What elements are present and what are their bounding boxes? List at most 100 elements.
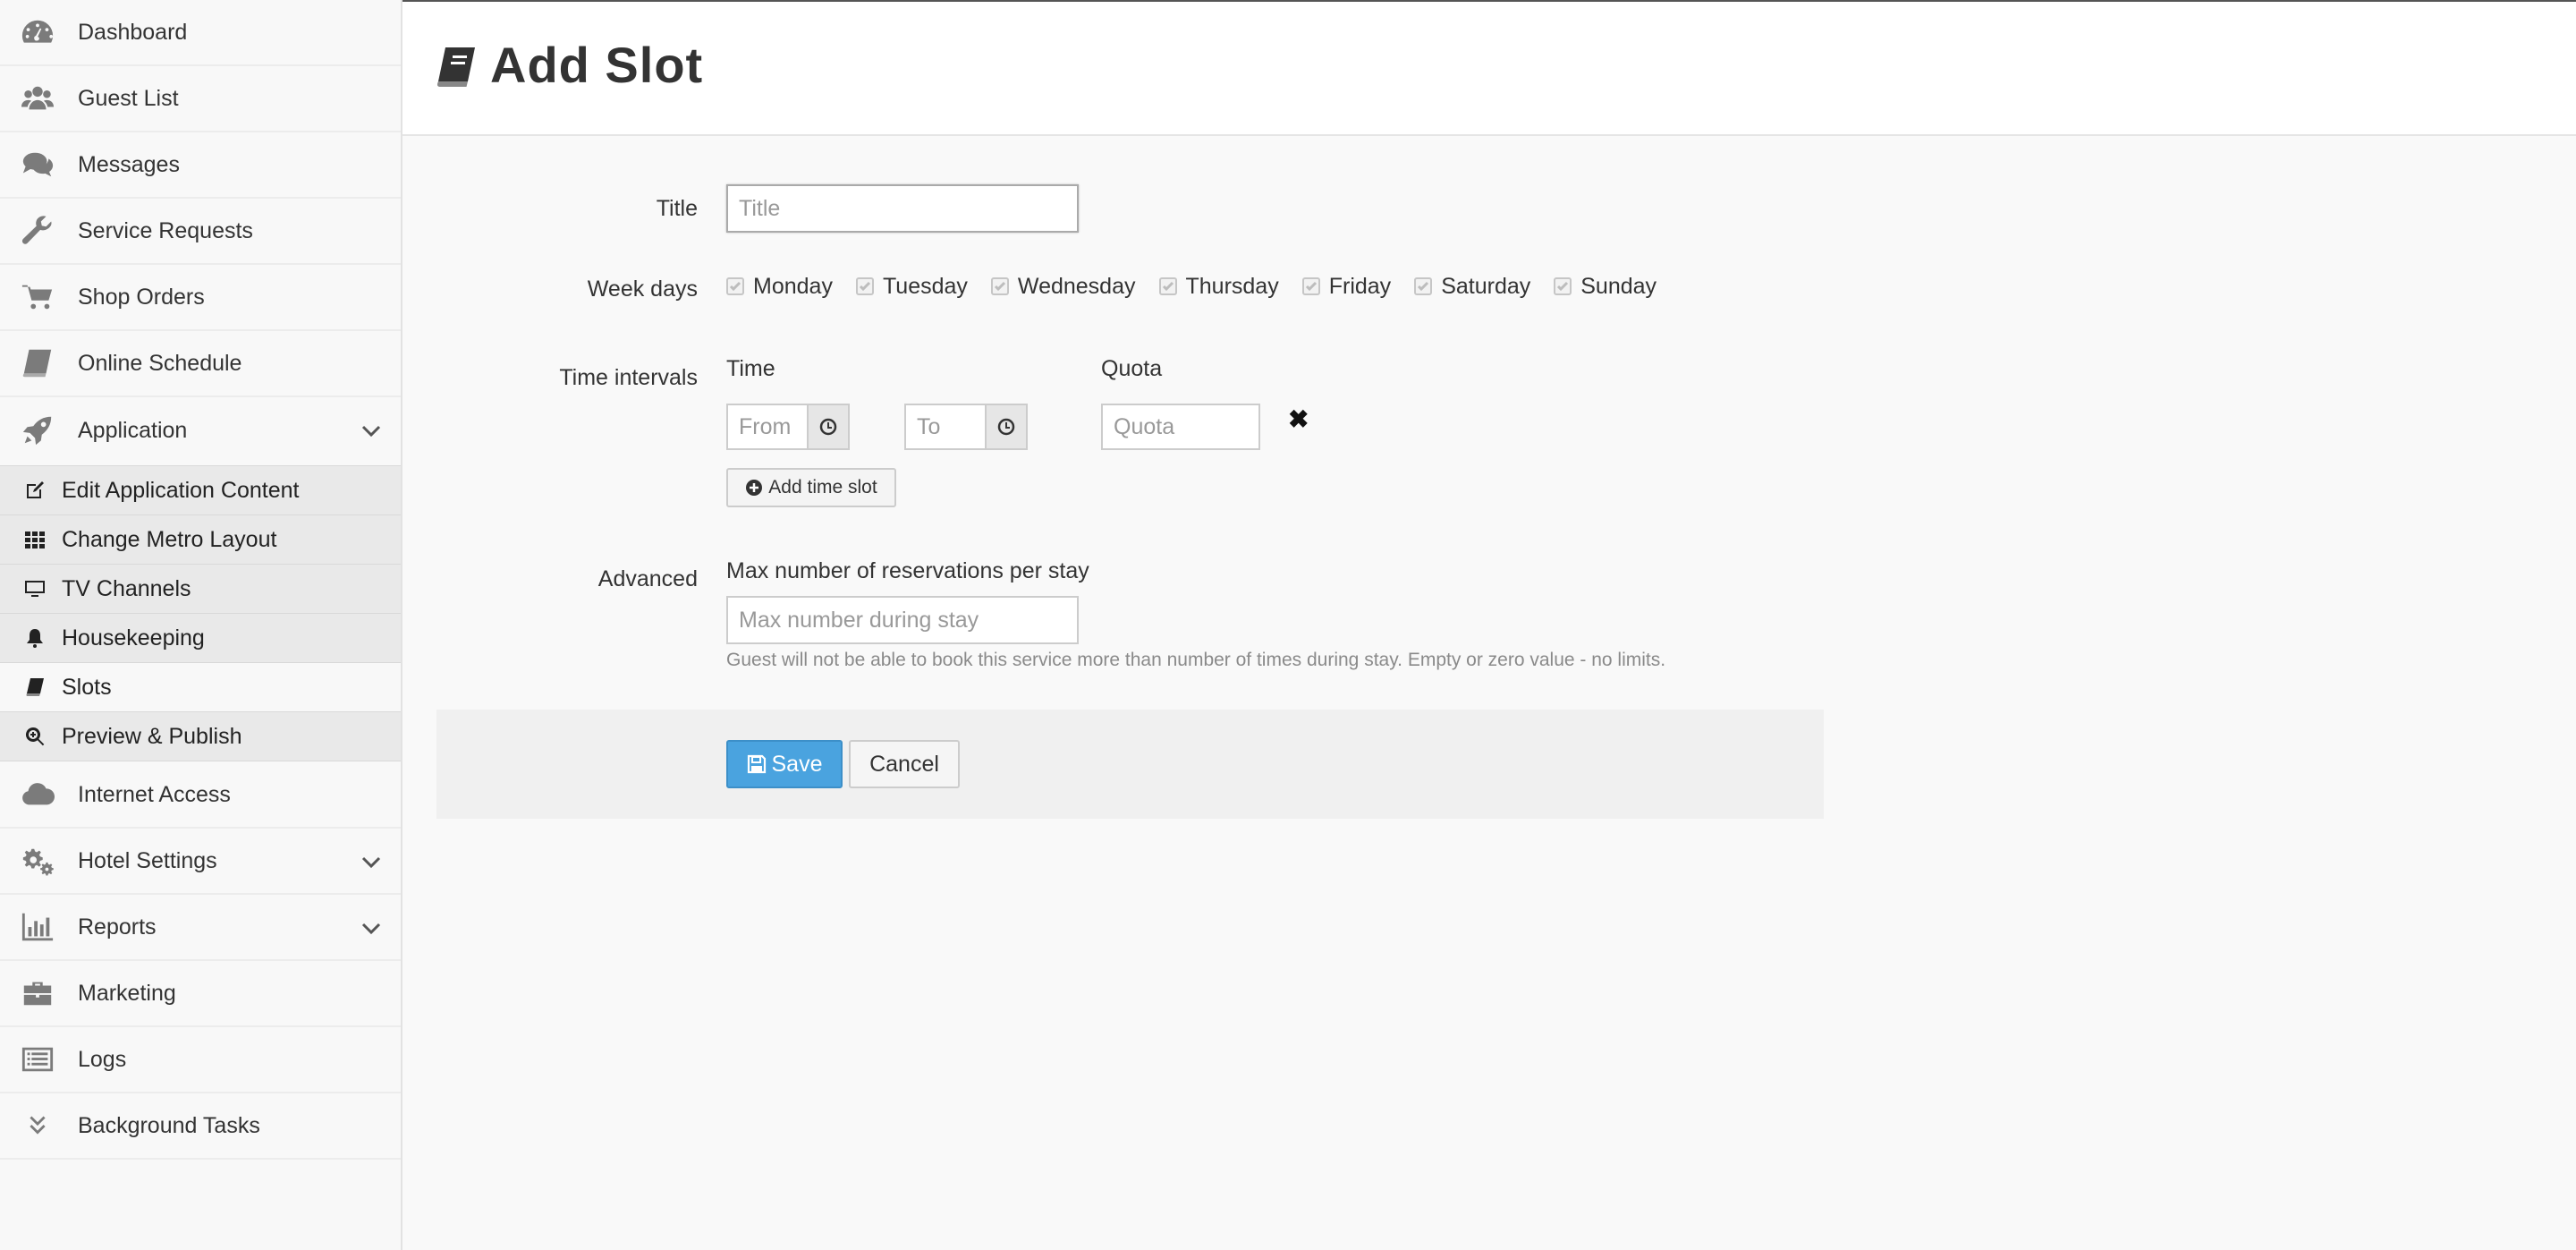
sidebar-item-label: Guest List	[78, 85, 179, 111]
checkbox-checked-icon[interactable]	[1301, 277, 1320, 295]
weekday-monday[interactable]: Monday	[726, 274, 833, 300]
chevron-down-icon	[360, 916, 383, 940]
form-actions: Save Cancel	[436, 710, 1824, 819]
double-chevron-down-icon	[18, 1108, 57, 1144]
sidebar-subitem-slots[interactable]: Slots	[0, 663, 401, 712]
sidebar-item-online-schedule[interactable]: Online Schedule	[0, 331, 401, 397]
checkbox-checked-icon[interactable]	[1554, 277, 1572, 295]
advanced-label: Advanced	[597, 566, 698, 591]
list-icon	[18, 1042, 57, 1077]
max-reservations-label: Max number of reservations per stay	[726, 558, 1089, 583]
checkbox-checked-icon[interactable]	[855, 277, 874, 295]
book-icon	[435, 45, 478, 89]
application-submenu: Edit Application Content Change Metro La…	[0, 465, 401, 761]
sidebar-item-background-tasks[interactable]: Background Tasks	[0, 1093, 401, 1160]
sidebar-item-label: Service Requests	[78, 217, 253, 243]
book-icon	[23, 676, 47, 699]
comments-icon	[18, 147, 57, 183]
sidebar-item-logs[interactable]: Logs	[0, 1027, 401, 1093]
clock-icon[interactable]	[807, 404, 850, 450]
remove-interval-icon[interactable]: ✖	[1288, 404, 1309, 434]
sidebar-item-shop-orders[interactable]: Shop Orders	[0, 265, 401, 331]
sidebar-item-label: Marketing	[78, 980, 176, 1006]
monitor-icon	[23, 577, 47, 600]
title-input[interactable]: Title	[726, 184, 1079, 233]
book-icon	[18, 345, 57, 381]
to-time-input[interactable]: To	[904, 404, 988, 450]
sidebar-item-application[interactable]: Application	[0, 397, 401, 463]
add-time-slot-label: Add time slot	[768, 477, 877, 497]
weekday-label: Sunday	[1580, 273, 1657, 299]
dashboard-icon	[18, 14, 57, 50]
sidebar-item-label: Application	[78, 417, 188, 443]
weekday-friday[interactable]: Friday	[1301, 273, 1392, 300]
sidebar-subitem-housekeeping[interactable]: Housekeeping	[0, 614, 401, 663]
page-header: Add Slot	[402, 2, 2576, 136]
sidebar-item-label: Dashboard	[78, 19, 188, 45]
sidebar-item-messages[interactable]: Messages	[0, 132, 401, 199]
sidebar-item-label: Hotel Settings	[78, 847, 217, 873]
sidebar-item-hotel-settings[interactable]: Hotel Settings	[0, 829, 401, 895]
weekday-saturday[interactable]: Saturday	[1414, 274, 1530, 300]
grid-icon	[23, 528, 47, 551]
weekdays-group: Monday Tuesday Wednesday Thursday Friday…	[726, 268, 1680, 304]
weekday-sunday[interactable]: Sunday	[1554, 274, 1657, 300]
sidebar-subitem-label: Edit Application Content	[62, 477, 300, 503]
weekdays-label: Week days	[587, 276, 698, 302]
sidebar-item-label: Reports	[78, 914, 157, 940]
bell-icon	[23, 626, 47, 650]
sidebar-item-label: Internet Access	[78, 781, 231, 807]
sidebar-item-service-requests[interactable]: Service Requests	[0, 199, 401, 265]
cart-icon	[18, 279, 57, 315]
checkbox-checked-icon[interactable]	[990, 277, 1009, 295]
title-label: Title	[656, 196, 698, 221]
weekday-label: Thursday	[1185, 273, 1279, 299]
add-time-slot-button[interactable]: Add time slot	[726, 468, 896, 507]
sidebar-item-label: Logs	[78, 1046, 127, 1072]
from-time-input[interactable]: From	[726, 404, 810, 450]
edit-icon	[23, 479, 47, 502]
sidebar-subitem-edit-application-content[interactable]: Edit Application Content	[0, 466, 401, 515]
wrench-icon	[18, 213, 57, 249]
save-label: Save	[771, 751, 823, 777]
sidebar-subitem-label: Change Metro Layout	[62, 526, 277, 552]
sidebar-subitem-preview-publish[interactable]: Preview & Publish	[0, 712, 401, 761]
weekday-label: Tuesday	[882, 273, 968, 299]
sidebar-item-internet-access[interactable]: Internet Access	[0, 762, 401, 829]
weekday-wednesday[interactable]: Wednesday	[990, 273, 1136, 300]
checkbox-checked-icon[interactable]	[1158, 277, 1177, 295]
bar-chart-icon	[18, 909, 57, 945]
briefcase-icon	[18, 975, 57, 1011]
sidebar-item-label: Messages	[78, 151, 180, 177]
rocket-icon	[18, 412, 57, 448]
sidebar-item-label: Background Tasks	[78, 1112, 260, 1138]
sidebar-subitem-label: Preview & Publish	[62, 723, 242, 749]
max-reservations-help: Guest will not be able to book this serv…	[726, 650, 1666, 670]
sidebar-item-dashboard[interactable]: Dashboard	[0, 0, 401, 66]
sidebar-subitem-label: Housekeeping	[62, 625, 205, 651]
sidebar-subitem-tv-channels[interactable]: TV Channels	[0, 565, 401, 614]
sidebar-subitem-change-metro-layout[interactable]: Change Metro Layout	[0, 515, 401, 565]
clock-icon[interactable]	[985, 404, 1028, 450]
weekday-tuesday[interactable]: Tuesday	[855, 273, 968, 300]
sidebar-item-label: Shop Orders	[78, 284, 205, 310]
sidebar: Dashboard Guest List Messages Service Re…	[0, 0, 402, 1250]
sidebar-item-marketing[interactable]: Marketing	[0, 961, 401, 1027]
save-button[interactable]: Save	[726, 740, 843, 788]
main-content: Title Title Week days Monday Tuesday Wed…	[402, 136, 2576, 1250]
weekday-thursday[interactable]: Thursday	[1158, 273, 1279, 300]
cloud-icon	[18, 777, 57, 812]
quota-input[interactable]: Quota	[1101, 404, 1260, 450]
checkbox-checked-icon[interactable]	[726, 277, 744, 295]
users-icon	[18, 81, 57, 116]
checkbox-checked-icon[interactable]	[1414, 277, 1433, 295]
weekday-label: Friday	[1328, 273, 1392, 299]
max-reservations-input[interactable]: Max number during stay	[726, 596, 1079, 644]
sidebar-subitem-label: TV Channels	[62, 575, 191, 601]
cancel-button[interactable]: Cancel	[849, 740, 960, 788]
sidebar-item-reports[interactable]: Reports	[0, 895, 401, 961]
plus-circle-icon	[746, 480, 763, 496]
sidebar-item-guest-list[interactable]: Guest List	[0, 66, 401, 132]
weekday-label: Wednesday	[1017, 273, 1136, 299]
search-plus-icon	[23, 725, 47, 748]
